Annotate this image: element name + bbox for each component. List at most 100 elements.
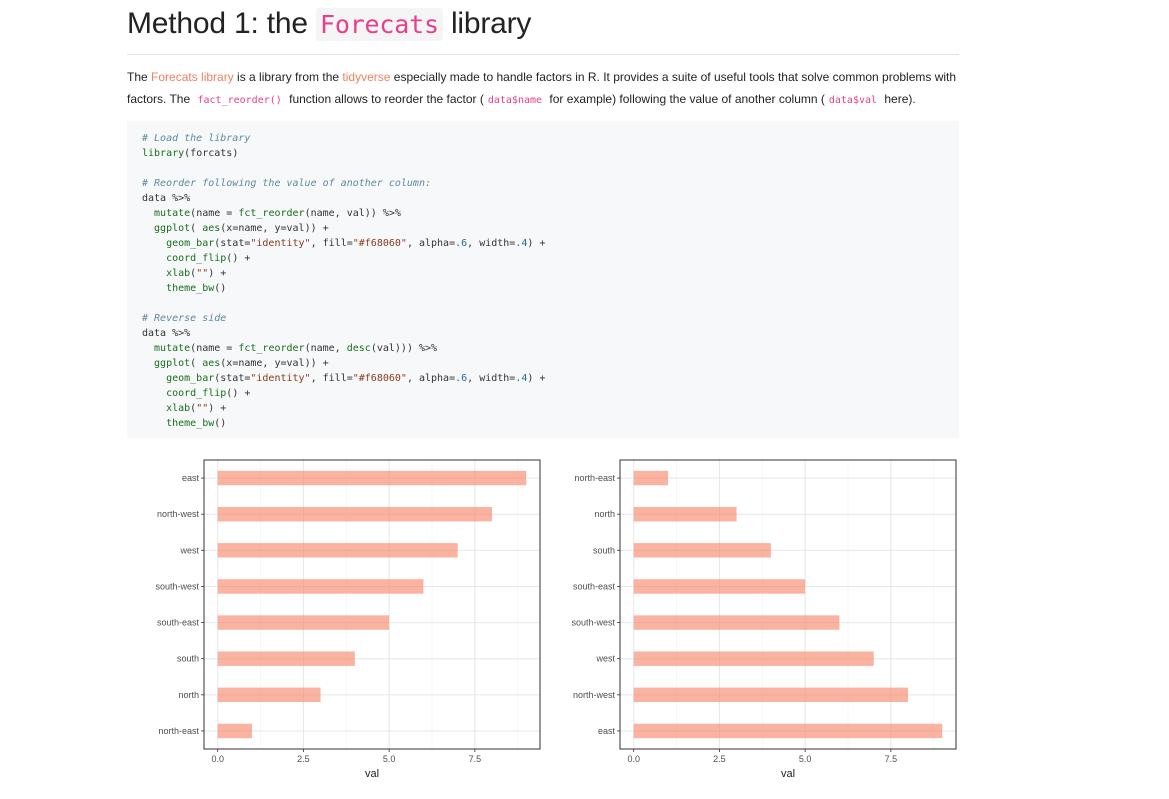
code-token: () [214,418,227,429]
code-token: xlab [142,403,191,414]
y-tick-label: west [179,545,199,555]
code-token: coord_flip [142,388,227,399]
code-token: ( [190,223,203,234]
code-token: (x=name, y=val)) + [220,223,329,234]
code-token: "#f68060" [352,373,407,384]
inline-code: data$val [828,95,878,106]
x-tick-label: 0.0 [211,754,224,764]
code-token: () [214,283,227,294]
bar-west [217,543,458,558]
para-text: here). [881,92,916,106]
bar-south [217,651,355,666]
code-token: ) + [527,238,546,249]
code-token: (name = [190,208,239,219]
y-tick-label: north-east [158,726,199,736]
code-token: (name, [304,343,347,354]
bar-east [217,470,527,486]
code-token: coord_flip [142,253,227,264]
code-comment: # Reverse side [142,313,227,324]
y-tick-label: north-west [157,509,200,519]
code-token: xlab [142,268,191,279]
code-token: data %>% [142,328,191,339]
code-token: () + [226,388,251,399]
code-token: fct_reorder [238,208,305,219]
intro-paragraph: The Forecats library is a library from t… [127,66,967,112]
code-token: theme_bw [142,418,215,429]
bar-south [633,543,771,558]
code-token: .4 [515,373,528,384]
code-token: mutate [142,343,191,354]
code-token: , fill= [310,373,353,384]
code-token: "" [196,268,209,279]
code-token: (forcats) [184,148,239,159]
code-token: , width= [467,238,516,249]
plot-panel [620,460,956,749]
code-token: mutate [142,208,191,219]
code-token: (stat= [214,238,251,249]
code-token: geom_bar [142,373,215,384]
forecats-library-link[interactable]: Forecats library [151,70,234,84]
code-token: , alpha= [406,238,456,249]
code-token: ggplot [142,358,191,369]
code-token: "identity" [250,373,311,384]
y-tick-label: north-east [574,473,615,483]
bar-north-east [217,723,252,739]
code-token: , alpha= [406,373,456,384]
bar-south-west [633,615,840,630]
code-token: (x=name, y=val)) + [220,358,329,369]
code-token: desc [346,343,371,354]
para-text: for example) following the value of anot… [546,92,825,106]
code-token: ( [190,358,203,369]
code-token: .6 [455,373,468,384]
page-title: Method 1: the Forecats library [127,6,531,43]
bar-south-east [633,579,806,594]
code-listing: # Load the library library(forcats) # Re… [127,121,959,431]
bar-east [633,723,943,739]
y-tick-label: south [177,654,199,664]
code-token: aes [202,223,221,234]
code-token: () + [226,253,251,264]
code-token: (name, val)) %>% [304,208,401,219]
x-tick-label: 5.0 [799,754,812,764]
code-token: (name = [190,343,239,354]
code-token: ggplot [142,223,191,234]
x-axis-title: val [781,768,795,780]
y-tick-label: south [593,545,615,555]
title-code: Forecats [316,8,443,41]
y-tick-label: west [595,654,615,664]
bar-north-west [217,506,492,522]
code-token: "#f68060" [352,238,407,249]
code-token: .6 [455,238,468,249]
y-tick-label: north [178,690,199,700]
para-text: function allows to reorder the factor ( [285,92,484,106]
para-text: The [127,70,152,84]
x-tick-label: 2.5 [297,754,310,764]
x-tick-label: 5.0 [383,754,396,764]
y-tick-label: south-west [571,618,615,628]
title-suffix: library [442,7,532,40]
y-tick-label: south-west [155,581,199,591]
code-comment: # Reorder following the value of another… [142,178,431,189]
y-tick-label: south-east [573,581,616,591]
code-token: .4 [515,238,528,249]
code-token: (stat= [214,373,251,384]
inline-code: fact_reorder() [197,95,282,106]
para-text: is a library from the [233,70,343,84]
bar-south-west [217,579,424,594]
tidyverse-link[interactable]: tidyverse [342,70,390,84]
x-tick-label: 7.5 [885,754,898,764]
code-token: fct_reorder [238,343,305,354]
code-token: library [142,148,185,159]
inline-code: data$name [487,95,543,106]
code-comment: # Load the library [142,133,251,144]
bar-north-west [633,687,908,703]
code-block[interactable]: # Load the library library(forcats) # Re… [127,121,959,438]
code-token: geom_bar [142,238,215,249]
title-prefix: Method 1: the [127,7,316,40]
x-tick-label: 0.0 [627,754,640,764]
y-tick-label: north-west [573,690,616,700]
y-tick-label: east [598,726,616,736]
bar-north-east [633,470,668,486]
code-token: theme_bw [142,283,215,294]
x-axis-title: val [365,768,379,780]
